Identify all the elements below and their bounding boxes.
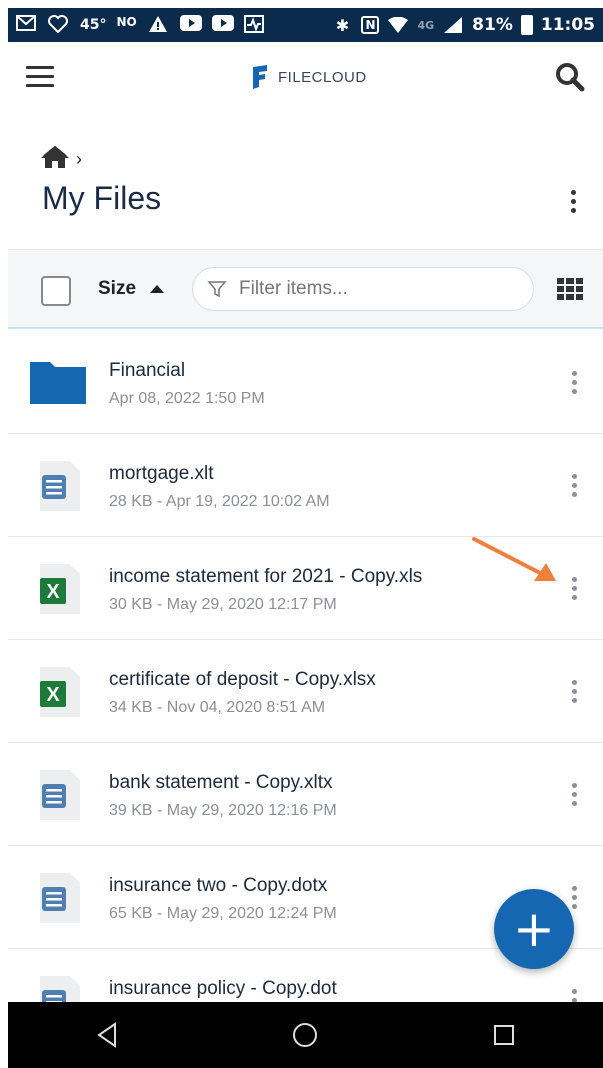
filecloud-logo-icon	[253, 65, 267, 89]
item-name: income statement for 2021 - Copy.xls	[109, 566, 423, 587]
filter-input[interactable]	[237, 277, 501, 301]
sort-ascending-icon	[150, 285, 165, 293]
breadcrumb: ›	[40, 145, 82, 174]
list-item[interactable]: Financial Apr 08, 2022 1:50 PM	[8, 331, 603, 434]
youtube-icon	[212, 15, 235, 35]
item-more-options-icon[interactable]	[562, 680, 586, 703]
bluetooth-icon: ✱	[335, 15, 350, 35]
list-item[interactable]: X certificate of deposit - Copy.xlsx 34 …	[8, 640, 603, 743]
list-item[interactable]: bank statement - Copy.xltx 39 KB - May 2…	[8, 743, 603, 846]
item-meta: 34 KB - Nov 04, 2020 8:51 AM	[109, 699, 326, 716]
item-name: bank statement - Copy.xltx	[109, 772, 333, 793]
item-more-options-icon[interactable]	[562, 577, 586, 600]
item-more-options-icon[interactable]	[562, 474, 586, 497]
warning-icon	[148, 15, 170, 35]
wifi-icon	[387, 15, 409, 35]
grid-view-icon[interactable]	[557, 278, 583, 300]
item-name: mortgage.xlt	[109, 463, 214, 484]
document-file-icon	[26, 873, 90, 923]
annotation-arrow-icon	[472, 537, 556, 581]
item-name: insurance policy - Copy.dot	[109, 978, 337, 999]
heart-icon	[48, 15, 70, 35]
list-item[interactable]: mortgage.xlt 28 KB - Apr 19, 2022 10:02 …	[8, 434, 603, 537]
item-meta: 65 KB - May 29, 2020 12:24 PM	[109, 905, 337, 922]
svg-text:X: X	[46, 581, 60, 603]
item-meta: 28 KB - Apr 19, 2022 10:02 AM	[109, 493, 330, 510]
folder-icon	[26, 358, 90, 408]
item-more-options-icon[interactable]	[562, 371, 586, 394]
item-meta: 39 KB - May 29, 2020 12:16 PM	[109, 802, 337, 819]
home-icon[interactable]	[40, 145, 70, 174]
add-button[interactable]: +	[494, 889, 574, 969]
activity-icon	[244, 15, 266, 35]
excel-file-icon: X	[26, 667, 90, 717]
item-meta: 30 KB - May 29, 2020 12:17 PM	[109, 596, 337, 613]
svg-text:X: X	[46, 684, 60, 706]
breadcrumb-separator: ›	[76, 149, 82, 169]
nfc-n-icon: N	[361, 16, 380, 34]
battery-icon	[520, 15, 533, 35]
excel-file-icon: X	[26, 564, 90, 614]
home-circle-icon[interactable]	[285, 1015, 325, 1055]
list-toolbar: Size	[8, 249, 603, 329]
gmail-icon	[16, 15, 38, 35]
item-name: certificate of deposit - Copy.xlsx	[109, 669, 376, 690]
hamburger-menu-icon[interactable]	[26, 66, 54, 88]
item-more-options-icon[interactable]	[562, 783, 586, 806]
document-file-icon	[26, 461, 90, 511]
network-type: 4G	[417, 18, 435, 32]
nfc-icon: NO	[116, 15, 137, 29]
filecloud-logo: FILECLOUD	[250, 65, 367, 89]
app-bar: FILECLOUD	[8, 42, 603, 112]
status-bar: 45° NO ✱ N 4G 81% 11:05	[8, 8, 603, 42]
logo-text: FILECLOUD	[278, 68, 367, 86]
filter-icon	[207, 281, 227, 298]
system-icons: ✱ N 4G 81% 11:05	[331, 15, 595, 35]
recents-icon[interactable]	[484, 1015, 524, 1055]
item-name: Financial	[109, 360, 186, 381]
filter-box[interactable]	[192, 267, 534, 311]
item-meta: Apr 08, 2022 1:50 PM	[109, 390, 265, 407]
back-icon[interactable]	[87, 1015, 127, 1055]
select-all-checkbox[interactable]	[41, 276, 71, 306]
search-icon[interactable]	[555, 62, 585, 92]
sort-button[interactable]: Size	[98, 278, 165, 300]
notification-icons: 45° NO	[16, 15, 266, 35]
item-name: insurance two - Copy.dotx	[109, 875, 328, 896]
youtube-icon	[180, 15, 203, 35]
sort-label: Size	[98, 278, 137, 299]
page-more-options-icon[interactable]	[561, 190, 585, 213]
clock: 11:05	[540, 15, 595, 35]
page-title: My Files	[42, 180, 162, 216]
document-file-icon	[26, 770, 90, 820]
temperature-text: 45°	[80, 17, 107, 33]
battery-percent: 81%	[472, 15, 513, 35]
system-nav-bar	[8, 1002, 603, 1068]
signal-icon	[442, 15, 464, 35]
